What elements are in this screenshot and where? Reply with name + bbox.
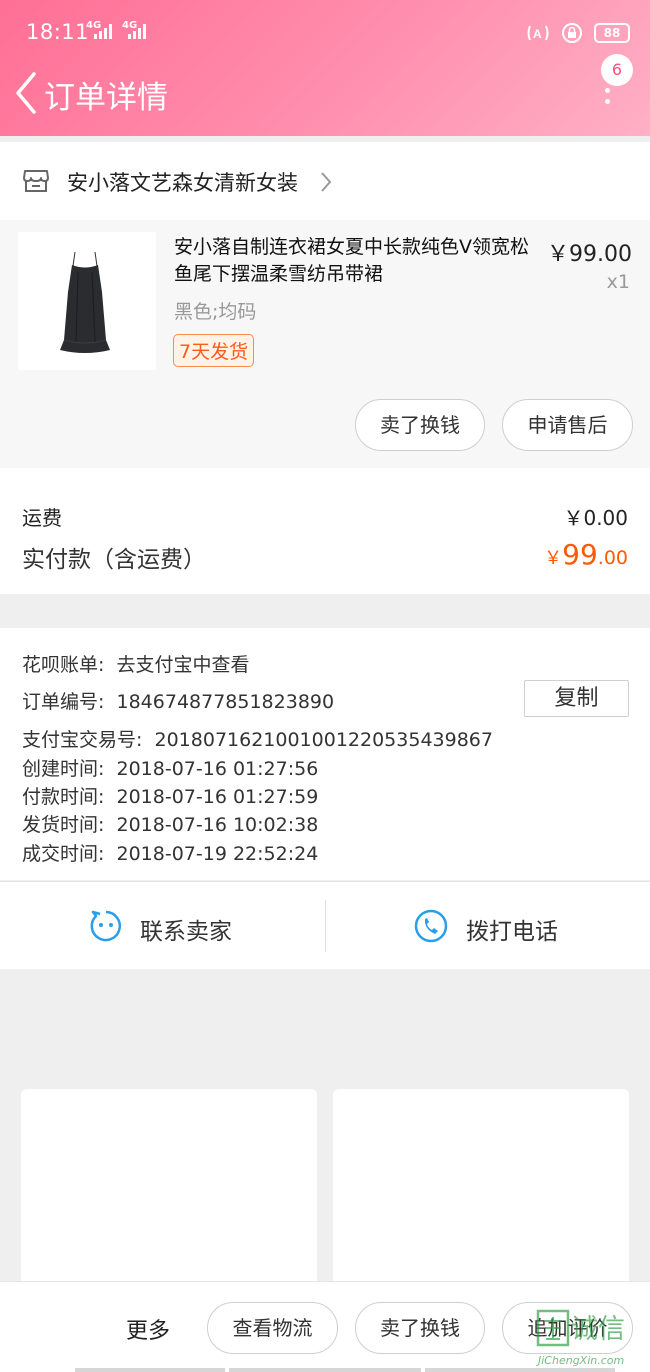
- info-row-completed: 成交时间: 2018-07-19 22:52:24: [22, 839, 318, 866]
- store-icon: [23, 170, 49, 192]
- chat-icon: [90, 910, 122, 942]
- watermark-text: 诚信: [571, 1314, 625, 1345]
- signal-icon-2: [128, 23, 146, 39]
- paid-currency: ￥: [544, 548, 563, 569]
- info-label: 创建时间:: [22, 758, 105, 780]
- nav-indicator: [75, 1368, 225, 1372]
- info-label: 订单编号:: [22, 691, 105, 713]
- signal-icon: [94, 23, 112, 39]
- order-info-section: 花呗账单: 去支付宝中查看 订单编号: 184674877851823890 复…: [0, 628, 650, 880]
- product-quantity: x1: [606, 271, 630, 293]
- nfc-icon: A: [527, 25, 549, 41]
- info-row-huabei: 花呗账单: 去支付宝中查看: [22, 650, 250, 677]
- watermark-icon: [536, 1309, 570, 1347]
- contact-seller-button[interactable]: 联系卖家: [140, 912, 232, 946]
- product-image[interactable]: [18, 232, 156, 370]
- info-row-created: 创建时间: 2018-07-16 01:27:56: [22, 754, 318, 781]
- info-row-order-number: 订单编号: 184674877851823890: [22, 687, 334, 714]
- app-header: 18:11 4G 4G A 88 订单详情 6: [0, 0, 650, 136]
- info-value: 2018-07-16 01:27:56: [116, 758, 319, 780]
- paid-integer: 99: [562, 538, 598, 571]
- info-value: 2018071621001001220535439867: [154, 729, 493, 751]
- back-arrow-icon[interactable]: [8, 68, 44, 118]
- store-name[interactable]: 安小落文艺森女清新女装: [67, 167, 298, 197]
- product-section: 安小落自制连衣裙女夏中长款纯色V领宽松鱼尾下摆温柔雪纺吊带裙 ￥99.00 x1…: [0, 220, 650, 468]
- paid-amount-label: 实付款（含运费）: [22, 547, 206, 573]
- notification-badge[interactable]: 6: [601, 54, 633, 86]
- info-row-alipay-number: 支付宝交易号: 2018071621001001220535439867: [22, 725, 493, 752]
- page-title: 订单详情: [44, 80, 168, 116]
- recommendation-card[interactable]: [21, 1089, 317, 1289]
- paid-amount-value: ￥99.00: [544, 538, 628, 571]
- more-options-icon[interactable]: [602, 88, 612, 112]
- battery-icon: 88: [594, 23, 630, 43]
- nav-indicator: [229, 1368, 421, 1372]
- info-label: 成交时间:: [22, 843, 105, 865]
- contact-divider: [325, 900, 326, 952]
- info-value: 2018-07-19 22:52:24: [116, 843, 319, 865]
- after-sales-button[interactable]: 申请售后: [502, 399, 633, 451]
- svg-text:A: A: [533, 27, 542, 41]
- dress-image: [60, 251, 110, 353]
- info-label: 付款时间:: [22, 786, 105, 808]
- contact-section: 联系卖家 拨打电话: [0, 881, 650, 969]
- info-label: 花呗账单:: [22, 654, 105, 676]
- more-button[interactable]: 更多: [126, 1313, 170, 1345]
- paid-decimal: .00: [597, 547, 628, 569]
- info-value: 2018-07-16 01:27:59: [116, 786, 319, 808]
- info-label: 支付宝交易号:: [22, 729, 143, 751]
- recommendation-card[interactable]: [333, 1089, 629, 1289]
- watermark-url: JiChengXin.com: [538, 1354, 625, 1367]
- product-variant: 黑色;均码: [174, 301, 257, 323]
- status-time: 18:11: [26, 20, 90, 44]
- lock-rotation-icon: [562, 23, 582, 43]
- info-row-paid: 付款时间: 2018-07-16 01:27:59: [22, 782, 318, 809]
- fee-section: 运费 ￥0.00 实付款（含运费） ￥99.00: [0, 468, 650, 594]
- info-value-huabei-link[interactable]: 去支付宝中查看: [117, 654, 250, 676]
- shipping-fee-value: ￥0.00: [563, 506, 628, 530]
- view-logistics-button[interactable]: 查看物流: [207, 1302, 338, 1354]
- info-label: 发货时间:: [22, 814, 105, 836]
- sell-for-cash-button[interactable]: 卖了换钱: [355, 399, 485, 451]
- phone-icon: [414, 909, 448, 943]
- shipping-tag: 7天发货: [173, 334, 255, 367]
- product-title[interactable]: 安小落自制连衣裙女夏中长款纯色V领宽松鱼尾下摆温柔雪纺吊带裙: [174, 234, 534, 288]
- sell-for-cash-button-bottom[interactable]: 卖了换钱: [355, 1302, 485, 1354]
- product-price: ￥99.00: [547, 242, 632, 267]
- info-row-shipped: 发货时间: 2018-07-16 10:02:38: [22, 810, 318, 837]
- info-value: 2018-07-16 10:02:38: [116, 814, 319, 836]
- store-row[interactable]: 安小落文艺森女清新女装: [0, 142, 650, 220]
- info-value: 184674877851823890: [116, 691, 335, 713]
- chevron-right-icon: [321, 172, 332, 192]
- call-phone-button[interactable]: 拨打电话: [466, 912, 558, 946]
- status-bar: 18:11 4G 4G A 88: [0, 0, 650, 66]
- shipping-fee-label: 运费: [22, 506, 62, 530]
- watermark-logo: 诚信 JiChengXin.com: [534, 1305, 650, 1372]
- status-right: A 88: [526, 22, 630, 44]
- copy-button[interactable]: 复制: [524, 680, 629, 717]
